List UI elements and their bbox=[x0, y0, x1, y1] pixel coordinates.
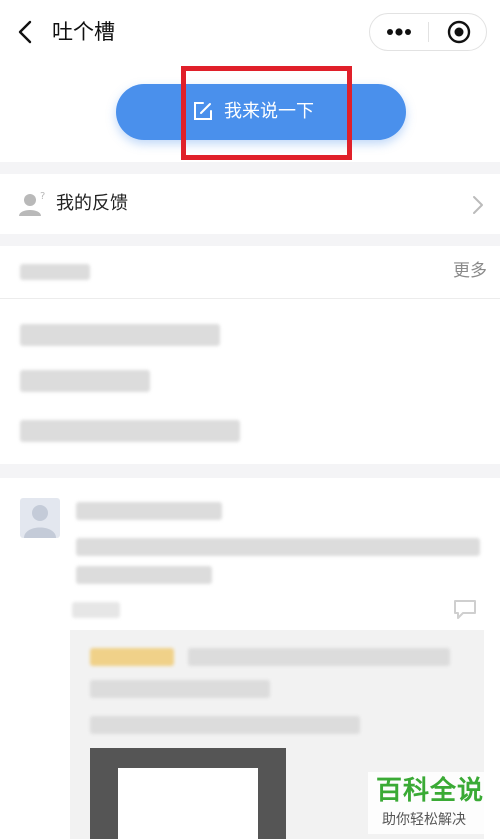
default-avatar-icon bbox=[24, 505, 56, 538]
faq-item[interactable] bbox=[20, 370, 150, 392]
my-feedback-label: 我的反馈 bbox=[56, 193, 128, 214]
chevron-right-icon bbox=[473, 196, 483, 214]
annotation-highlight-box bbox=[181, 66, 352, 160]
watermark-title: 百科全说 bbox=[376, 776, 485, 806]
faq-header: 更多 bbox=[0, 246, 500, 299]
more-link[interactable]: 更多 bbox=[453, 258, 487, 284]
watermark-subtitle: 助你轻松解决 bbox=[382, 812, 466, 828]
avatar bbox=[20, 498, 60, 538]
more-dots-icon[interactable] bbox=[386, 25, 412, 39]
post-time-blurred bbox=[72, 602, 120, 618]
reply-text-blurred bbox=[90, 680, 270, 698]
target-icon[interactable] bbox=[447, 20, 471, 44]
user-question-icon: ? bbox=[19, 191, 45, 216]
svg-text:?: ? bbox=[40, 191, 45, 202]
reply-image-thumbnail[interactable] bbox=[90, 748, 286, 839]
reply-author-blurred bbox=[90, 648, 174, 666]
faq-section: 更多 bbox=[0, 246, 500, 464]
faq-item[interactable] bbox=[20, 324, 220, 346]
my-feedback-row[interactable]: ? 我的反馈 bbox=[0, 174, 500, 234]
reply-text-blurred bbox=[90, 716, 360, 734]
page-title: 吐个槽 bbox=[52, 20, 115, 44]
mini-program-capsule bbox=[369, 13, 487, 51]
capsule-divider bbox=[428, 22, 429, 42]
post-text-blurred bbox=[76, 566, 212, 584]
post-text-blurred bbox=[76, 538, 480, 556]
reply-image-content bbox=[118, 768, 258, 839]
watermark-logo: 百科全说 助你轻松解决 bbox=[368, 772, 492, 834]
faq-item[interactable] bbox=[20, 420, 240, 442]
faq-title-blurred bbox=[20, 264, 90, 280]
reply-text-blurred bbox=[188, 648, 450, 666]
top-bar: 吐个槽 bbox=[0, 0, 500, 64]
comment-icon[interactable] bbox=[452, 598, 478, 620]
chevron-left-icon[interactable] bbox=[14, 18, 38, 46]
post-author-blurred bbox=[76, 502, 222, 520]
